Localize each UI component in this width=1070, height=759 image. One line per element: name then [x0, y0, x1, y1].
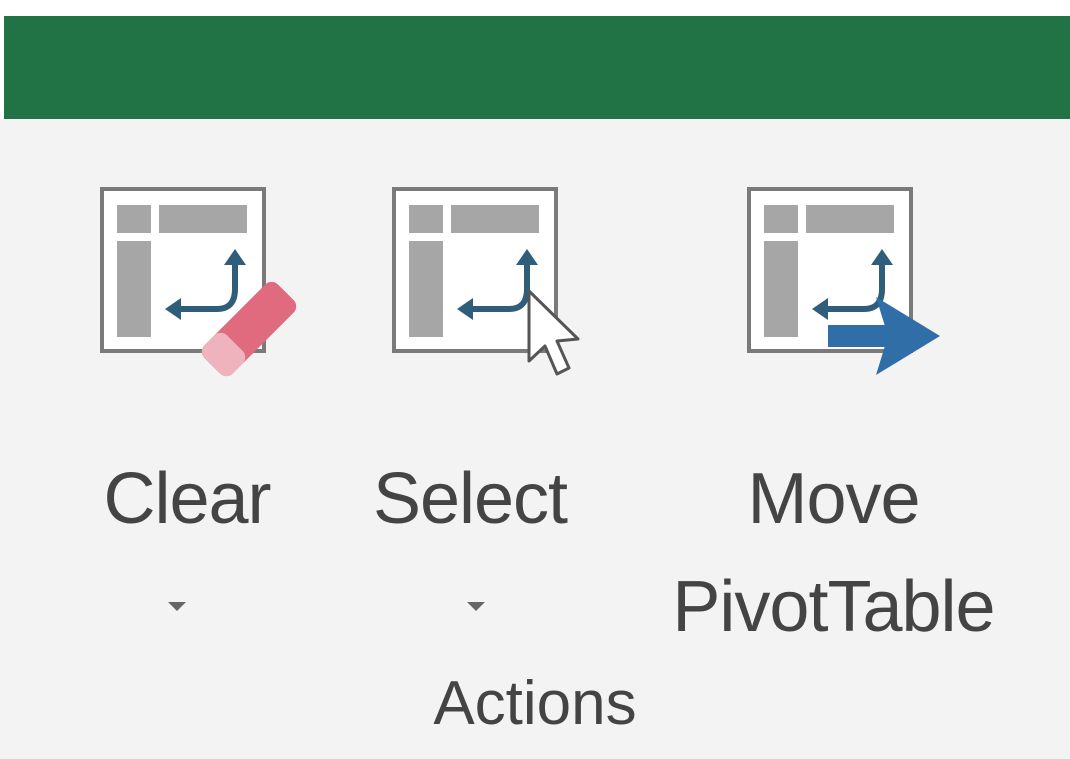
move-label-line1: Move: [747, 459, 920, 539]
clear-pivottable-icon: [100, 187, 297, 377]
select-button[interactable]: Select: [355, 159, 585, 669]
ribbon-group-actions: Clear Select Move PivotTable Actions: [0, 119, 1070, 759]
clear-label: Clear: [103, 459, 271, 539]
move-label-line2: PivotTable: [672, 567, 995, 647]
clear-button[interactable]: Clear: [82, 159, 297, 669]
move-pivottable-button[interactable]: Move PivotTable: [636, 159, 1031, 669]
group-label: Actions: [433, 669, 637, 738]
clear-dropdown-caret-icon[interactable]: [168, 602, 186, 611]
select-dropdown-caret-icon[interactable]: [467, 602, 485, 611]
move-pivottable-icon: [747, 187, 940, 375]
select-pivottable-icon: [392, 187, 580, 376]
title-bar: [4, 16, 1070, 119]
select-label: Select: [372, 459, 568, 539]
